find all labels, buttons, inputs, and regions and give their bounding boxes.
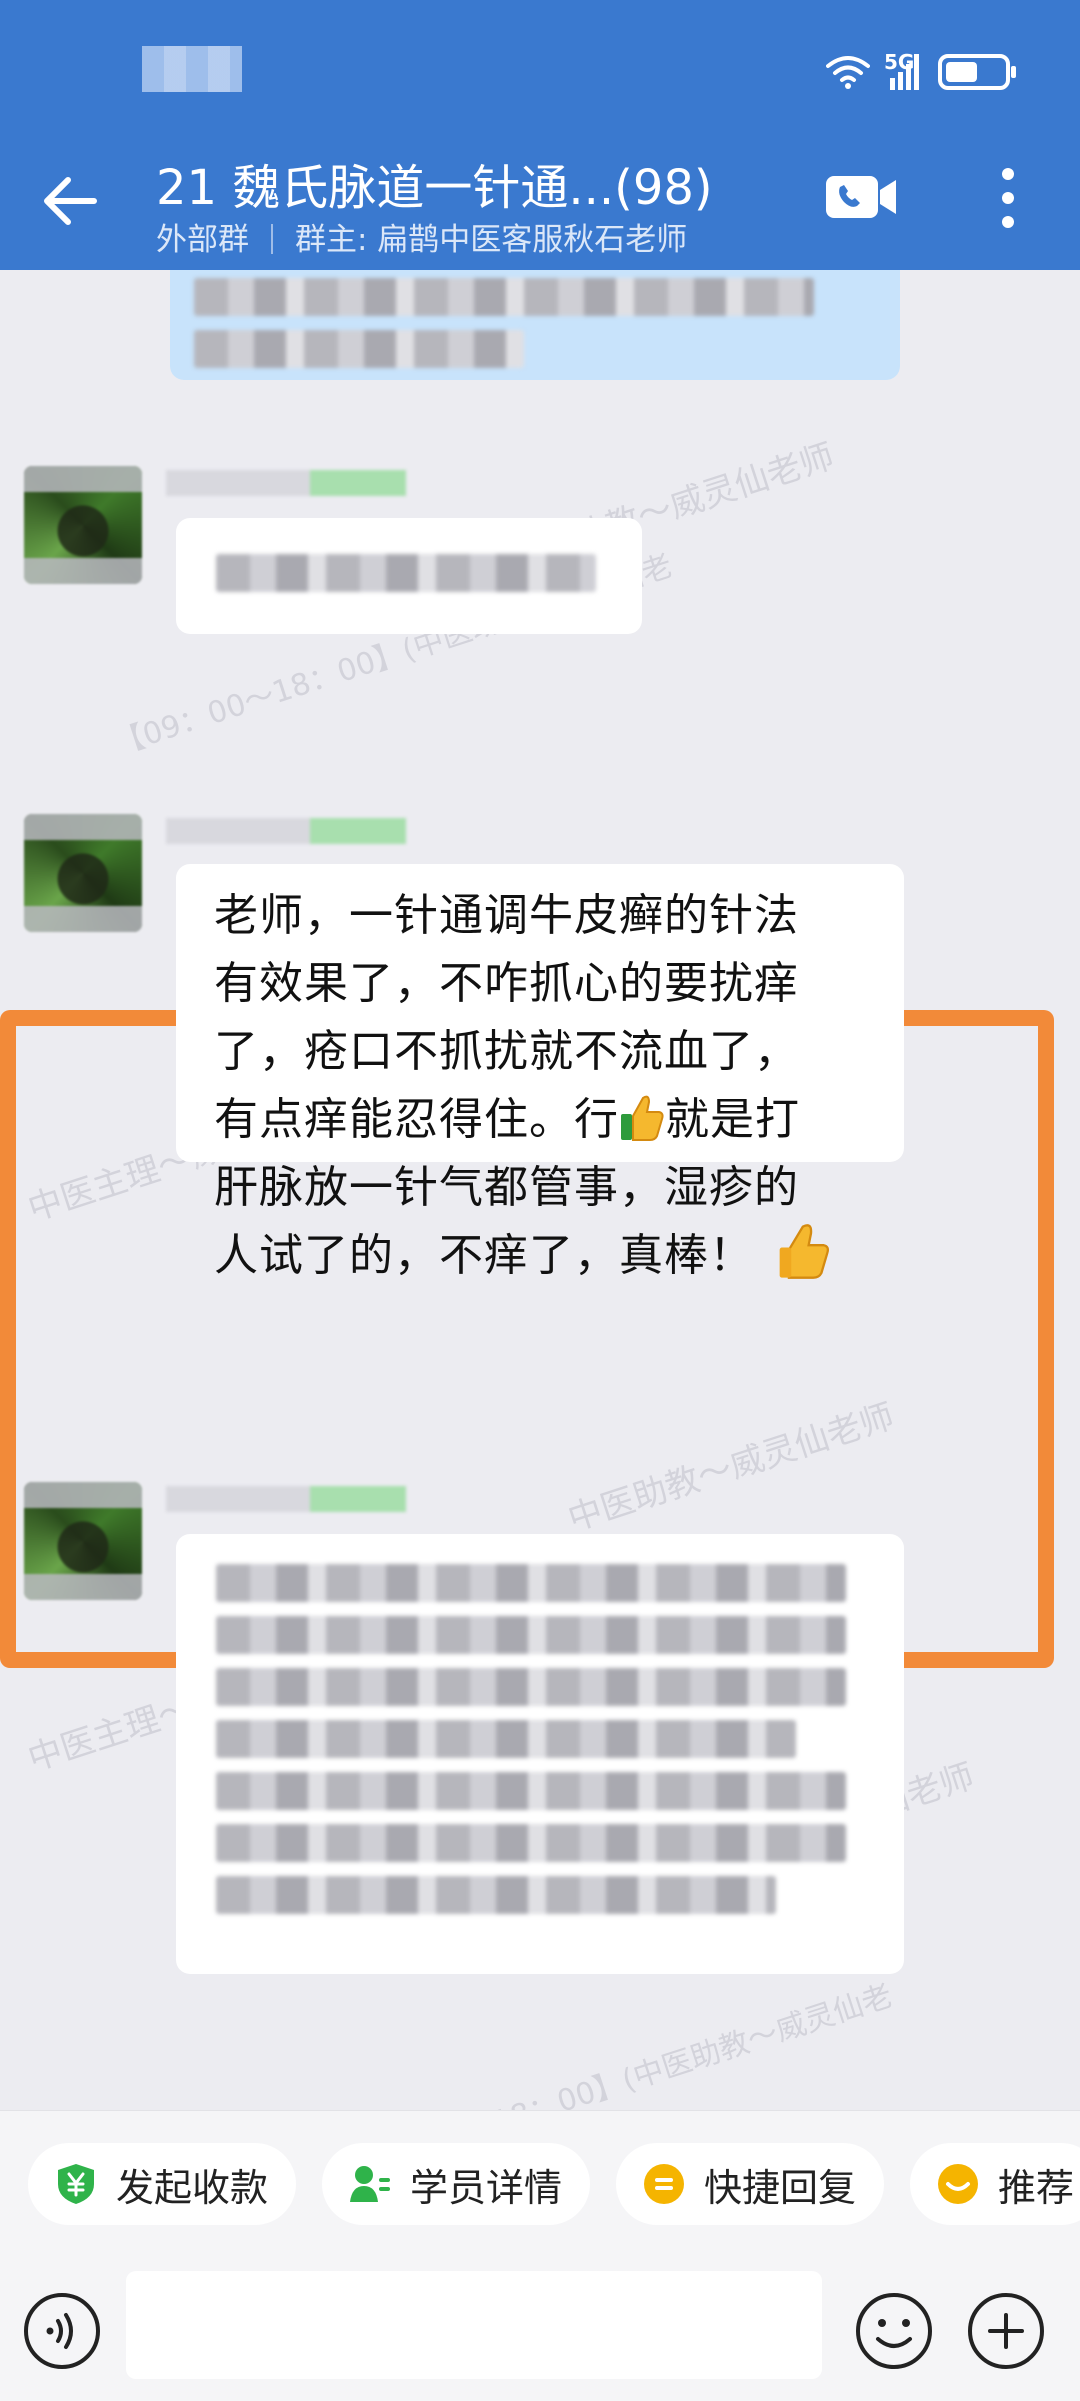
chip-label: 推荐 <box>998 2165 1075 2210</box>
message-text: 老师，一针通调牛皮癣的针法 有效果了，不咋抓心的要扰痒 了，疮口不抓扰就不流血了… <box>214 882 878 1290</box>
student-details-button[interactable]: 学员详情 <box>322 2143 591 2225</box>
thumbs-up-emoji <box>621 1095 664 1141</box>
blurred-text-line <box>216 1720 796 1758</box>
message-line: 有点痒能忍得住。行 就是打 <box>214 1086 878 1154</box>
wifi-icon <box>826 56 870 89</box>
blurred-text-line <box>216 1668 846 1706</box>
recommend-button[interactable]: 推荐 <box>910 2143 1080 2225</box>
watermark-text: 【09：00～18：00】(中医助教～威灵仙老 <box>329 1978 897 2110</box>
bottom-toolbar: 发起收款 学员详情 快捷回复 推荐 <box>0 2110 1080 2401</box>
emoji-icon[interactable] <box>854 2291 934 2371</box>
blurred-text-line <box>194 330 524 368</box>
blurred-text-line <box>194 278 814 316</box>
network-label: 5G <box>884 50 915 74</box>
voice-input-icon[interactable] <box>22 2291 102 2371</box>
message-bubble-blurred[interactable] <box>170 270 900 380</box>
avatar[interactable] <box>24 1482 142 1600</box>
start-payment-button[interactable]: 发起收款 <box>28 2143 297 2225</box>
chip-label: 发起收款 <box>116 2165 269 2210</box>
blurred-text-line <box>216 554 596 592</box>
quick-reply-button[interactable]: 快捷回复 <box>616 2143 885 2225</box>
battery-icon <box>938 54 1016 90</box>
message-line-part: 人试了的，不痒了，真棒！ <box>214 1230 754 1281</box>
group-owner-label: 群主: 扁鹊中医客服秋石老师 <box>295 222 688 258</box>
status-time-blurred <box>142 46 242 92</box>
message-line: 肝脉放一针气都管事，湿疹的 <box>214 1162 799 1213</box>
input-row <box>0 2261 1080 2381</box>
battery-level <box>946 62 977 82</box>
avatar[interactable] <box>24 466 142 584</box>
message-line-part: 就是打 <box>665 1094 800 1145</box>
message-line: 有效果了，不咋抓心的要扰痒 <box>214 958 799 1009</box>
blurred-text-line <box>216 1824 846 1862</box>
chip-label: 学员详情 <box>410 2165 563 2210</box>
message-line: 人试了的，不痒了，真棒！ <box>214 1222 878 1290</box>
video-call-icon[interactable] <box>824 172 898 222</box>
quick-reply-icon <box>644 2164 685 2204</box>
back-arrow-icon[interactable] <box>36 166 106 236</box>
status-icons: 5G <box>826 44 1016 100</box>
chat-subtitle: 外部群 群主: 扁鹊中医客服秋石老师 <box>156 214 687 259</box>
message-input[interactable] <box>126 2271 822 2379</box>
yuan-shield-icon <box>58 2164 94 2204</box>
sender-name-blurred <box>166 818 406 844</box>
blurred-text-line <box>216 1876 776 1914</box>
thumbs-up-emoji <box>779 1224 830 1279</box>
chat-message-list[interactable]: 中医助教～威灵仙老师 【09：00～18：00】(中医助教～威灵仙老 中医主理～… <box>0 270 1080 2110</box>
message-bubble-blurred[interactable] <box>176 518 642 634</box>
external-group-tag: 外部群 <box>156 222 249 258</box>
message-line-part: 有点痒能忍得住。行 <box>214 1094 619 1145</box>
avatar[interactable] <box>24 814 142 932</box>
chat-title: 21 魏氏脉道一针通...(98) <box>156 160 713 216</box>
message-line: 了，疮口不抓扰就不流血了， <box>214 1026 799 1077</box>
quick-action-bar: 发起收款 学员详情 快捷回复 推荐 <box>28 2143 1080 2225</box>
message-bubble[interactable]: 老师，一针通调牛皮癣的针法 有效果了，不咋抓心的要扰痒 了，疮口不抓扰就不流血了… <box>176 864 904 1281</box>
subtitle-divider <box>271 224 273 254</box>
title-bar: 5G 21 魏氏脉道一针通...(98) 外部群 群主: 扁鹊中医客服秋石老师 <box>0 0 1080 270</box>
plus-icon[interactable] <box>966 2291 1046 2371</box>
blurred-text-line <box>216 1616 846 1654</box>
person-list-icon <box>350 2166 391 2202</box>
sender-name-blurred <box>166 1486 406 1512</box>
blurred-text-line <box>216 1772 846 1810</box>
sender-name-blurred <box>166 470 406 496</box>
recommend-icon <box>938 2164 979 2204</box>
message-bubble-blurred[interactable] <box>176 1534 904 1974</box>
message-line: 老师，一针通调牛皮癣的针法 <box>214 890 799 941</box>
more-vertical-icon[interactable] <box>996 166 1020 230</box>
blurred-text-line <box>216 1564 846 1602</box>
chip-label: 快捷回复 <box>704 2165 857 2210</box>
